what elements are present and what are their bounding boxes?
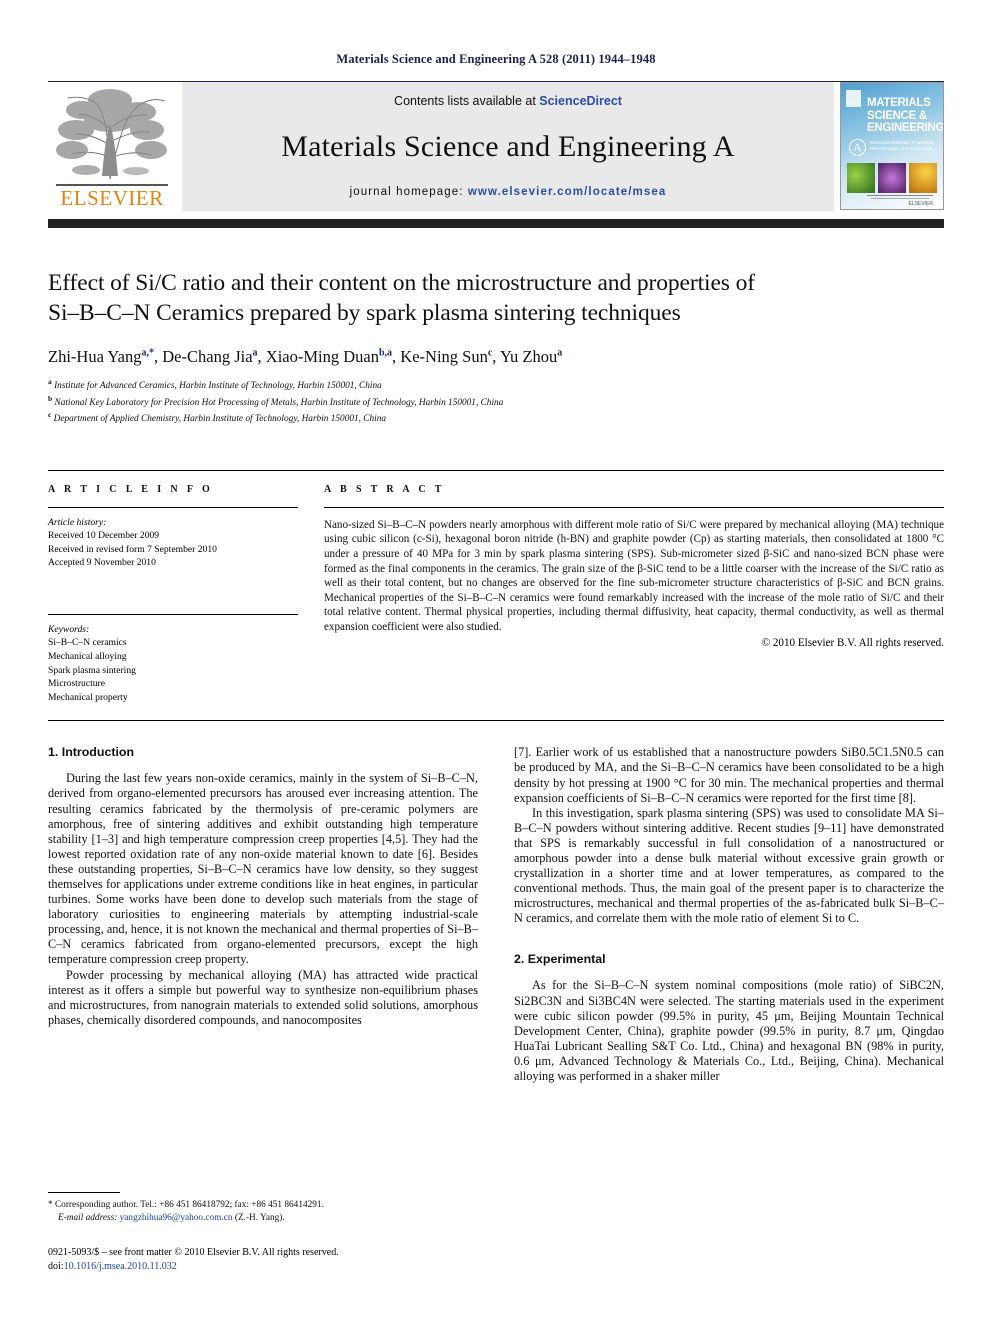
title-block: Effect of Si/C ratio and their content o…	[48, 268, 944, 426]
issn-block: 0921-5093/$ – see front matter © 2010 El…	[48, 1246, 468, 1273]
body-column-right: [7]. Earlier work of us established that…	[514, 745, 944, 1084]
affiliation-list: a Institute for Advanced Ceramics, Harbi…	[48, 376, 944, 426]
cover-micrograph-3	[909, 163, 937, 193]
keyword-item: Spark plasma sintering	[48, 664, 136, 676]
paragraph: In this investigation, spark plasma sint…	[514, 805, 944, 926]
email-note: E-mail address: yangzhihua96@yahoo.com.c…	[48, 1212, 468, 1224]
body-column-left: 1. Introduction During the last few year…	[48, 745, 478, 1084]
paragraph: As for the Si–B–C–N system nominal compo…	[514, 978, 944, 1084]
author-name: Yu Zhou	[499, 347, 558, 366]
author-name: Zhi-Hua Yang	[48, 347, 142, 366]
author-name: Ke-Ning Sun	[400, 347, 488, 366]
affiliation-mark: c	[48, 410, 52, 420]
email-owner: (Z.-H. Yang).	[234, 1212, 285, 1223]
keyword-item: Microstructure	[48, 678, 106, 690]
cover-title-line3: ENGINEERING	[867, 122, 944, 134]
affiliation-item: a Institute for Advanced Ceramics, Harbi…	[48, 376, 944, 393]
article-title-line2: Si–B–C–N Ceramics prepared by spark plas…	[48, 300, 681, 326]
doi-label: doi:	[48, 1260, 64, 1272]
running-head: Materials Science and Engineering A 528 …	[336, 52, 656, 66]
affiliation-text: Department of Applied Chemistry, Harbin …	[53, 414, 387, 425]
paragraph: Powder processing by mechanical alloying…	[48, 967, 478, 1027]
journal-homepage-line: journal homepage: www.elsevier.com/locat…	[350, 186, 667, 198]
doi-line: doi:10.1016/j.msea.2010.11.032	[48, 1260, 468, 1274]
corresponding-author-note: * Corresponding author. Tel.: +86 451 86…	[48, 1200, 324, 1211]
paragraph: During the last few years non-oxide cera…	[48, 771, 478, 967]
cover-series-badge: A	[849, 139, 866, 156]
journal-article-page: Materials Science and Engineering A 528 …	[0, 0, 992, 1323]
abstract-text: Nano-sized Si–B–C–N powders nearly amorp…	[324, 518, 944, 633]
affiliation-text: National Key Laboratory for Precision Ho…	[54, 397, 504, 408]
footnote-rule	[48, 1192, 120, 1194]
doi-link[interactable]: 10.1016/j.msea.2010.11.032	[64, 1261, 177, 1272]
keyword-item: Mechanical alloying	[48, 650, 127, 662]
section-heading-introduction: 1. Introduction	[48, 745, 135, 760]
contents-prefix: Contents lists available at	[394, 93, 540, 108]
body-columns: 1. Introduction During the last few year…	[48, 745, 944, 1084]
elsevier-wordmark: ELSEVIER	[60, 186, 164, 210]
elsevier-logo: ELSEVIER	[48, 82, 176, 211]
keywords-title: Keywords:	[48, 623, 90, 635]
keyword-item: Si–B–C–N ceramics	[48, 637, 127, 649]
masthead-center: Contents lists available at ScienceDirec…	[182, 82, 834, 211]
affiliation-mark: b	[48, 393, 53, 403]
contents-available-line: Contents lists available at ScienceDirec…	[394, 94, 622, 108]
abstract-copyright: © 2010 Elsevier B.V. All rights reserved…	[761, 636, 944, 649]
cover-micrograph-2	[878, 163, 906, 193]
cover-title-line1: MATERIALS	[867, 97, 931, 109]
footnote-block: * Corresponding author. Tel.: +86 451 86…	[48, 1192, 468, 1273]
keyword-item: Mechanical property	[48, 691, 128, 703]
email-link[interactable]: yangzhihua96@yahoo.com.cn	[120, 1213, 233, 1223]
cover-title-line2: SCIENCE &	[867, 109, 927, 122]
affiliation-text: Institute for Advanced Ceramics, Harbin …	[54, 381, 382, 392]
journal-title: Materials Science and Engineering A	[281, 129, 735, 163]
cover-elsevier-icon	[846, 90, 861, 107]
abstract-bottom-rule	[48, 720, 944, 722]
abstract-column: A B S T R A C T Nano-sized Si–B–C–N powd…	[324, 471, 944, 705]
author-affil-mark: c	[487, 347, 493, 359]
journal-cover-thumbnail: MATERIALS SCIENCE & ENGINEERING A Struct…	[840, 82, 944, 210]
affiliation-mark: a	[48, 377, 52, 386]
masthead-dark-bar	[48, 219, 944, 228]
cover-title: MATERIALS SCIENCE & ENGINEERING	[867, 97, 944, 135]
article-title-line1: Effect of Si/C ratio and their content o…	[48, 270, 755, 296]
article-history-title: Article history:	[48, 516, 107, 528]
author-affil-mark: b,a	[378, 347, 393, 359]
journal-homepage-link[interactable]: www.elsevier.com/locate/msea	[468, 186, 667, 198]
author-affil-mark: a	[252, 347, 258, 359]
article-info-label: A R T I C L E I N F O	[48, 483, 214, 495]
section-heading-experimental: 2. Experimental	[514, 952, 606, 967]
homepage-prefix: journal homepage:	[349, 185, 468, 198]
keywords-gap	[48, 570, 298, 602]
sciencedirect-link[interactable]: ScienceDirect	[539, 94, 622, 108]
info-abstract-band: A R T I C L E I N F O Article history: R…	[48, 469, 944, 705]
cover-divider-1	[867, 195, 933, 196]
page-title: Effect of Si/C ratio and their content o…	[48, 268, 944, 328]
elsevier-tree-icon	[52, 84, 172, 184]
affiliation-item: b National Key Laboratory for Precision …	[48, 393, 944, 410]
article-history-item: Received in revised form 7 September 201…	[48, 543, 217, 555]
paragraph: [7]. Earlier work of us established that…	[514, 745, 944, 805]
author-affil-mark: a,*	[141, 347, 155, 359]
journal-masthead: ELSEVIER Contents lists available at Sci…	[48, 81, 944, 211]
article-history-item: Received 10 December 2009	[48, 530, 160, 542]
cover-subtitle: Structural Materials: Properties, Micros…	[870, 140, 935, 151]
keywords-block: Keywords: Si–B–C–N ceramics Mechanical a…	[48, 615, 298, 705]
email-label: E-mail address:	[58, 1212, 118, 1223]
article-history-block: Article history: Received 10 December 20…	[48, 508, 298, 570]
author-affil-mark: a	[557, 347, 563, 359]
author-list: Zhi-Hua Yanga,*, De-Chang Jiaa, Xiao-Min…	[48, 347, 563, 366]
abstract-label: A B S T R A C T	[324, 483, 445, 495]
article-history-item: Accepted 9 November 2010	[48, 557, 156, 569]
cover-micrograph-1	[847, 163, 875, 193]
issn-line: 0921-5093/$ – see front matter © 2010 El…	[48, 1247, 339, 1258]
cover-brand-label: ELSEVIER	[908, 201, 933, 207]
cover-micrograph-strip	[847, 163, 937, 193]
author-name: Xiao-Ming Duan	[265, 347, 379, 366]
author-name: De-Chang Jia	[162, 347, 253, 366]
cover-divider-2	[871, 198, 929, 199]
article-info-column: A R T I C L E I N F O Article history: R…	[48, 471, 298, 705]
affiliation-item: c Department of Applied Chemistry, Harbi…	[48, 409, 944, 426]
